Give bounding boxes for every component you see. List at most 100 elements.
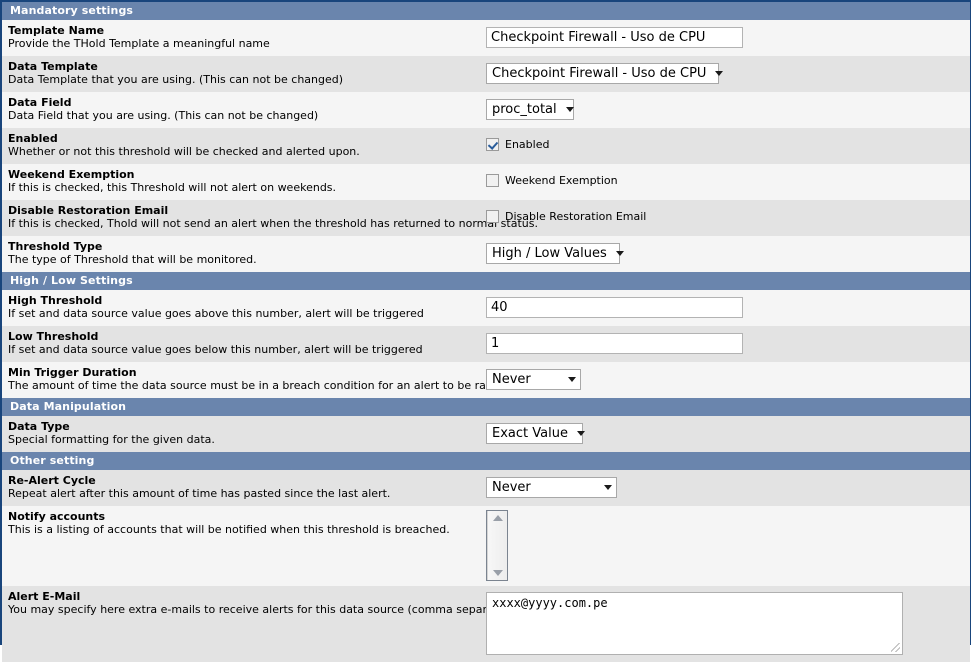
low-threshold-field-cell (486, 326, 970, 362)
weekend-exemption-field-cell: Weekend Exemption (486, 164, 970, 200)
form-row-threshold-type: Threshold Type The type of Threshold tha… (2, 236, 970, 272)
threshold-type-select[interactable]: High / Low Values (486, 243, 624, 264)
template-name-input[interactable] (486, 27, 743, 48)
high-threshold-title: High Threshold (8, 294, 103, 307)
scroll-up-arrow-icon[interactable] (492, 515, 503, 521)
data-field-description: Data Field that you are using. (This can… (8, 109, 319, 122)
chevron-down-icon (576, 431, 585, 436)
form-row-high-threshold: High Threshold If set and data source va… (2, 290, 970, 326)
alert-email-field-cell: xxxx@yyyy.com.pe (486, 586, 970, 662)
threshold-type-selected-value: High / Low Values (492, 246, 607, 261)
data-field-select[interactable]: proc_total (486, 99, 574, 120)
notify-accounts-label-cell: Notify accounts This is a listing of acc… (2, 506, 486, 586)
weekend-exemption-checkbox-wrapper[interactable]: Weekend Exemption (486, 173, 618, 187)
threshold-type-description: The type of Threshold that will be monit… (8, 253, 257, 266)
settings-form-table: Mandatory settings Template Name Provide… (2, 2, 970, 662)
disable-restoration-email-title: Disable Restoration Email (8, 204, 169, 217)
enabled-checkbox-label: Enabled (505, 137, 550, 151)
enabled-field-cell: Enabled (486, 128, 970, 164)
section-header-other-setting: Other setting (2, 452, 970, 470)
form-row-data-type: Data Type Special formatting for the giv… (2, 416, 970, 452)
disable-restoration-email-checkbox[interactable] (486, 209, 499, 223)
form-row-notify-accounts: Notify accounts This is a listing of acc… (2, 506, 970, 586)
disable-restoration-email-label-cell: Disable Restoration Email If this is che… (2, 200, 538, 236)
data-field-selected-value: proc_total (492, 102, 557, 117)
re-alert-cycle-label-cell: Re-Alert Cycle Repeat alert after this a… (2, 470, 486, 506)
low-threshold-title: Low Threshold (8, 330, 99, 343)
low-threshold-input[interactable] (486, 333, 743, 354)
data-type-selected-value: Exact Value (492, 426, 568, 441)
alert-email-title: Alert E-Mail (8, 590, 81, 603)
form-row-data-field: Data Field Data Field that you are using… (2, 92, 970, 128)
disable-restoration-email-checkbox-label: Disable Restoration Email (505, 209, 647, 223)
enabled-description: Whether or not this threshold will be ch… (8, 145, 360, 158)
disable-restoration-email-field-cell: Disable Restoration Email (486, 200, 970, 236)
alert-email-label-cell: Alert E-Mail You may specify here extra … (2, 586, 516, 662)
section-header-mandatory-settings: Mandatory settings (2, 2, 970, 20)
form-row-template-name: Template Name Provide the THold Template… (2, 20, 970, 56)
form-row-re-alert-cycle: Re-Alert Cycle Repeat alert after this a… (2, 470, 970, 506)
alert-email-textarea[interactable]: xxxx@yyyy.com.pe (486, 592, 903, 655)
template-name-description: Provide the THold Template a meaningful … (8, 37, 270, 50)
section-header-high-low-settings-label: High / Low Settings (2, 272, 970, 290)
section-header-mandatory-settings-label: Mandatory settings (2, 2, 970, 20)
form-row-weekend-exemption: Weekend Exemption If this is checked, th… (2, 164, 970, 200)
alert-email-text: xxxx@yyyy.com.pe (492, 596, 608, 610)
form-row-low-threshold: Low Threshold If set and data source val… (2, 326, 970, 362)
data-template-field-cell: Checkpoint Firewall - Uso de CPU (486, 56, 970, 92)
min-trigger-duration-label-cell: Min Trigger Duration The amount of time … (2, 362, 512, 398)
disable-restoration-email-description: If this is checked, Thold will not send … (8, 217, 538, 230)
enabled-checkbox-wrapper[interactable]: Enabled (486, 137, 550, 151)
weekend-exemption-checkbox-label: Weekend Exemption (505, 173, 618, 187)
data-field-label-cell: Data Field Data Field that you are using… (2, 92, 486, 128)
data-type-select[interactable]: Exact Value (486, 423, 585, 444)
chevron-down-icon (565, 107, 574, 112)
notify-accounts-field-cell (486, 506, 970, 586)
threshold-type-field-cell: High / Low Values (486, 236, 970, 272)
enabled-title: Enabled (8, 132, 58, 145)
weekend-exemption-label-cell: Weekend Exemption If this is checked, th… (2, 164, 486, 200)
data-type-title: Data Type (8, 420, 70, 433)
data-field-field-cell: proc_total (486, 92, 970, 128)
re-alert-cycle-select[interactable]: Never (486, 477, 617, 498)
high-threshold-field-cell (486, 290, 970, 326)
low-threshold-label-cell: Low Threshold If set and data source val… (2, 326, 486, 362)
data-template-label-cell: Data Template Data Template that you are… (2, 56, 486, 92)
weekend-exemption-description: If this is checked, this Threshold will … (8, 181, 337, 194)
weekend-exemption-checkbox[interactable] (486, 173, 499, 187)
min-trigger-duration-select[interactable]: Never (486, 369, 581, 390)
chevron-down-icon (568, 377, 576, 382)
min-trigger-duration-title: Min Trigger Duration (8, 366, 137, 379)
section-header-data-manipulation: Data Manipulation (2, 398, 970, 416)
scroll-down-arrow-icon[interactable] (492, 570, 503, 576)
re-alert-cycle-title: Re-Alert Cycle (8, 474, 96, 487)
threshold-type-label-cell: Threshold Type The type of Threshold tha… (2, 236, 486, 272)
enabled-checkbox[interactable] (486, 137, 499, 151)
threshold-type-title: Threshold Type (8, 240, 103, 253)
thold-template-form-page: Mandatory settings Template Name Provide… (0, 0, 971, 662)
data-type-description: Special formatting for the given data. (8, 433, 215, 446)
enabled-label-cell: Enabled Whether or not this threshold wi… (2, 128, 486, 164)
data-template-selected-value: Checkpoint Firewall - Uso de CPU (492, 66, 707, 81)
data-template-select[interactable]: Checkpoint Firewall - Uso de CPU (486, 63, 724, 84)
template-name-title: Template Name (8, 24, 105, 37)
high-threshold-input[interactable] (486, 297, 743, 318)
notify-accounts-scrollbar[interactable] (487, 511, 507, 580)
high-threshold-label-cell: High Threshold If set and data source va… (2, 290, 486, 326)
section-header-high-low-settings: High / Low Settings (2, 272, 970, 290)
chevron-down-icon (604, 485, 612, 490)
notify-accounts-title: Notify accounts (8, 510, 106, 523)
resize-grip-icon[interactable] (891, 643, 900, 652)
weekend-exemption-title: Weekend Exemption (8, 168, 135, 181)
min-trigger-duration-selected-value: Never (492, 372, 531, 387)
form-row-disable-restoration-email: Disable Restoration Email If this is che… (2, 200, 970, 236)
re-alert-cycle-selected-value: Never (492, 480, 531, 495)
notify-accounts-listbox[interactable] (486, 510, 508, 581)
template-name-label-cell: Template Name Provide the THold Template… (2, 20, 486, 56)
disable-restoration-email-checkbox-wrapper[interactable]: Disable Restoration Email (486, 209, 647, 223)
notify-accounts-description: This is a listing of accounts that will … (8, 523, 450, 536)
chevron-down-icon (715, 71, 724, 76)
data-template-title: Data Template (8, 60, 98, 73)
section-header-other-setting-label: Other setting (2, 452, 970, 470)
min-trigger-duration-description: The amount of time the data source must … (8, 379, 512, 392)
